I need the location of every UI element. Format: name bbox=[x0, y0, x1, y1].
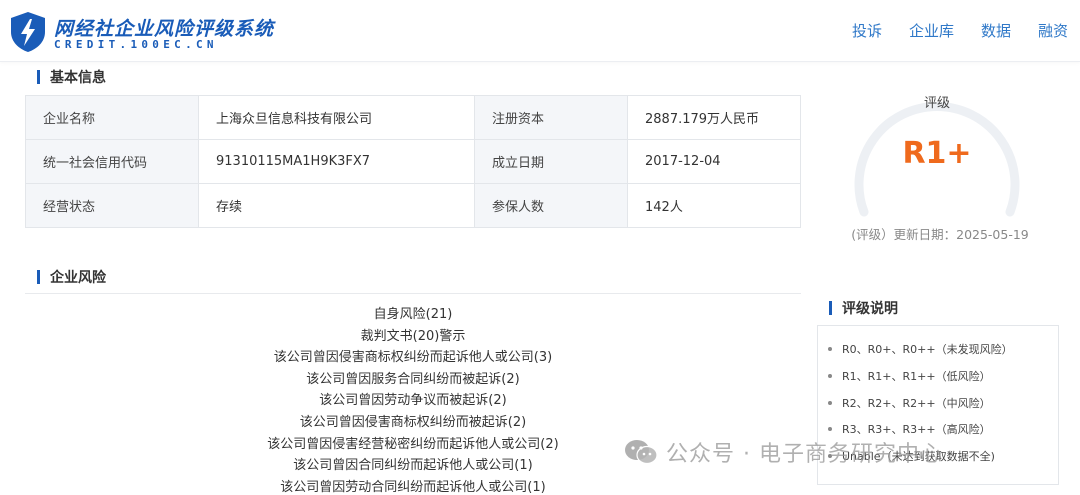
risk-heading: 企业风险 bbox=[37, 267, 106, 287]
rating-update-date: (评级）更新日期：2025-05-19 bbox=[851, 227, 1029, 242]
table-row: 企业名称 上海众旦信息科技有限公司 注册资本 2887.179万人民币 bbox=[25, 95, 801, 140]
label-company-name: 企业名称 bbox=[25, 95, 199, 140]
bullet-icon bbox=[828, 347, 832, 351]
label-status: 经营状态 bbox=[25, 183, 199, 228]
value-insured-count: 142人 bbox=[627, 183, 801, 228]
label-insured-count: 参保人数 bbox=[474, 183, 628, 228]
risk-item[interactable]: 该公司曾因劳动合同纠纷而起诉他人或公司(1) bbox=[25, 477, 801, 495]
risk-item[interactable]: 该公司曾因劳动争议而被起诉(2) bbox=[25, 390, 801, 412]
watermark-text: 公众号 · 电子商务研究中心 bbox=[666, 442, 943, 467]
section-marker bbox=[829, 301, 832, 315]
bullet-icon bbox=[828, 374, 832, 378]
risk-title: 企业风险 bbox=[50, 270, 106, 286]
value-founded-date: 2017-12-04 bbox=[627, 139, 801, 184]
label-registered-capital: 注册资本 bbox=[474, 95, 628, 140]
label-credit-code: 统一社会信用代码 bbox=[25, 139, 199, 184]
table-row: 统一社会信用代码 91310115MA1H9K3FX7 成立日期 2017-12… bbox=[25, 139, 801, 184]
risk-item[interactable]: 该公司曾因服务合同纠纷而被起诉(2) bbox=[25, 369, 801, 391]
wechat-icon bbox=[625, 440, 658, 465]
value-registered-capital: 2887.179万人民币 bbox=[627, 95, 801, 140]
rating-explain-heading: 评级说明 bbox=[829, 298, 898, 318]
logo-subtitle: CREDIT.100EC.CN bbox=[54, 38, 218, 51]
nav-financing[interactable]: 融资 bbox=[1038, 20, 1068, 41]
bullet-icon bbox=[828, 427, 832, 431]
nav-company-library[interactable]: 企业库 bbox=[909, 20, 954, 41]
shield-logo-icon[interactable] bbox=[8, 10, 48, 54]
risk-item[interactable]: 该公司曾因侵害商标权纠纷而起诉他人或公司(3) bbox=[25, 347, 801, 369]
nav-data[interactable]: 数据 bbox=[981, 20, 1011, 41]
rating-value: R1+ bbox=[902, 136, 972, 171]
watermark: 公众号 · 电子商务研究中心 bbox=[624, 436, 943, 468]
rating-explain-title: 评级说明 bbox=[842, 301, 898, 317]
logo-title[interactable]: 网经社企业风险评级系统 bbox=[54, 14, 274, 41]
legend-item-r2: R2、R2+、R2++（中风险） bbox=[842, 397, 991, 410]
label-founded-date: 成立日期 bbox=[474, 139, 628, 184]
basic-info-title: 基本信息 bbox=[50, 70, 106, 86]
risk-item-judgments[interactable]: 裁判文书(20)警示 bbox=[25, 326, 801, 348]
rating-gauge: 评级 R1+ bbox=[852, 88, 1022, 228]
bullet-icon bbox=[828, 401, 832, 405]
value-status: 存续 bbox=[198, 183, 475, 228]
value-credit-code: 91310115MA1H9K3FX7 bbox=[198, 139, 475, 184]
value-company-name: 上海众旦信息科技有限公司 bbox=[198, 95, 475, 140]
basic-info-heading: 基本信息 bbox=[37, 67, 106, 87]
risk-item-self-risk[interactable]: 自身风险(21) bbox=[25, 304, 801, 326]
nav-complaint[interactable]: 投诉 bbox=[852, 20, 882, 41]
risk-item[interactable]: 该公司曾因侵害商标权纠纷而被起诉(2) bbox=[25, 412, 801, 434]
top-header: 网经社企业风险评级系统 CREDIT.100EC.CN 投诉 企业库 数据 融资 bbox=[0, 0, 1080, 62]
section-marker bbox=[37, 270, 40, 284]
table-row: 经营状态 存续 参保人数 142人 bbox=[25, 183, 801, 228]
rating-label: 评级 bbox=[923, 96, 950, 111]
section-marker bbox=[37, 70, 40, 84]
legend-item-r1: R1、R1+、R1++（低风险） bbox=[842, 370, 991, 383]
top-nav: 投诉 企业库 数据 融资 bbox=[825, 20, 1068, 41]
basic-info-table: 企业名称 上海众旦信息科技有限公司 注册资本 2887.179万人民币 统一社会… bbox=[25, 95, 801, 228]
divider bbox=[25, 293, 801, 294]
legend-item-r0: R0、R0+、R0++（未发现风险） bbox=[842, 343, 1013, 356]
legend-item-r3: R3、R3+、R3++（高风险） bbox=[842, 423, 991, 436]
